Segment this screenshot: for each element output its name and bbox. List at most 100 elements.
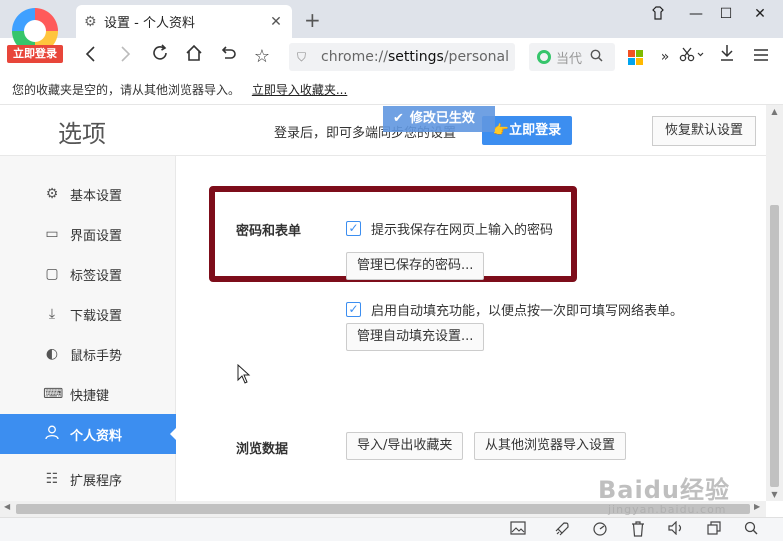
download-icon: ⤓ <box>48 306 56 322</box>
image-icon[interactable] <box>509 521 527 539</box>
extension-icon: ☷ <box>45 471 59 487</box>
back-button[interactable] <box>78 44 104 70</box>
url-scheme: chrome:// <box>321 49 388 65</box>
save-password-checkbox[interactable]: ✓ <box>346 221 361 236</box>
tab-title: 设置 - 个人资料 <box>104 16 195 31</box>
sidebar-item-label: 鼠标手势 <box>70 348 123 364</box>
sidebar-item-label: 基本设置 <box>70 188 123 204</box>
save-password-label: 提示我保存在网页上输入的密码 <box>371 223 554 238</box>
manage-autofill-button[interactable]: 管理自动填充设置... <box>346 323 485 351</box>
autofill-checkbox[interactable]: ✓ <box>346 302 361 317</box>
new-tab-button[interactable]: + <box>304 8 321 32</box>
watermark-url: jingyan.baidu.com <box>608 503 727 516</box>
minimize-button[interactable]: — <box>683 6 709 22</box>
vertical-scrollbar[interactable]: ▲ ▼ <box>766 105 783 501</box>
login-button[interactable]: 👉立即登录 <box>482 116 572 145</box>
zoom-icon[interactable] <box>742 521 760 539</box>
tab-icon: ▢ <box>45 266 59 282</box>
check-icon: ✔ <box>393 111 404 126</box>
settings-page: 选项 登录后，即可多端同步您的设置 👉立即登录 恢复默认设置 ✔ 修改已生效 ⚙ 基… <box>0 105 766 501</box>
sidebar-item-extensions[interactable]: ☷ 扩展程序 <box>0 459 176 499</box>
status-bar <box>0 517 783 541</box>
login-badge[interactable]: 立即登录 <box>7 45 63 63</box>
close-window-button[interactable]: ✕ <box>747 6 773 22</box>
watermark-brand: Baidu经验 <box>598 476 730 504</box>
rocket-icon[interactable] <box>553 521 571 539</box>
gear-icon: ⚙ <box>84 13 97 30</box>
scroll-left-arrow[interactable]: ◀ <box>4 502 10 511</box>
trash-icon[interactable] <box>629 521 647 539</box>
search-input[interactable]: 当代 <box>556 48 584 67</box>
sidebar-item-download[interactable]: ⤓ 下载设置 <box>0 294 176 334</box>
sidebar-item-label: 下载设置 <box>70 308 123 324</box>
mouse-icon: ◐ <box>45 346 59 362</box>
star-bookmark-icon[interactable]: ☆ <box>249 44 275 70</box>
import-bookmarks-link[interactable]: 立即导入收藏夹... <box>252 83 347 97</box>
bookmarks-empty-message: 您的收藏夹是空的，请从其他浏览器导入。 <box>12 83 241 97</box>
sidebar-item-label: 个人资料 <box>70 428 123 444</box>
sidebar-item-tabs[interactable]: ▢ 标签设置 <box>0 254 176 294</box>
maximize-button[interactable]: ☐ <box>713 6 739 22</box>
tab-bar: ⚙ 设置 - 个人资料 ✕ + — ☐ ✕ <box>0 0 783 38</box>
search-box[interactable]: 当代 <box>529 43 615 71</box>
forward-button[interactable] <box>112 44 138 70</box>
scroll-up-arrow[interactable]: ▲ <box>766 107 783 116</box>
sidebar-item-personal[interactable]: 个人资料 <box>0 414 176 454</box>
scroll-down-arrow[interactable]: ▼ <box>766 490 783 499</box>
login-button-label: 立即登录 <box>509 123 562 138</box>
settings-content: 密码和表单 ✓ 提示我保存在网页上输入的密码 管理已保存的密码... ✓ 启用自… <box>177 156 766 501</box>
sidebar-item-basic[interactable]: ⚙ 基本设置 <box>0 174 176 214</box>
settings-sidebar: ⚙ 基本设置 ▭ 界面设置 ▢ 标签设置 ⤓ 下载设置 ◐ 鼠标手势 ⌨ 快捷键 个人资料 … <box>0 156 176 501</box>
sidebar-item-label: 快捷键 <box>70 388 110 404</box>
menu-icon[interactable] <box>748 44 774 70</box>
sidebar-item-label: 标签设置 <box>70 268 123 284</box>
browsing-data-section-label: 浏览数据 <box>236 442 289 457</box>
url-path: /personal <box>443 49 510 65</box>
scroll-right-arrow[interactable]: ▶ <box>754 502 760 511</box>
sidebar-item-interface[interactable]: ▭ 界面设置 <box>0 214 176 254</box>
refresh-button[interactable] <box>147 44 173 70</box>
passwords-section-label: 密码和表单 <box>236 224 302 239</box>
sidebar-item-shortcuts[interactable]: ⌨ 快捷键 <box>0 374 176 414</box>
save-password-option[interactable]: ✓ 提示我保存在网页上输入的密码 <box>346 219 553 238</box>
baidu-watermark: Baidu经验 jingyan.baidu.com <box>598 470 730 516</box>
settings-header: 选项 登录后，即可多端同步您的设置 👉立即登录 恢复默认设置 ✔ 修改已生效 <box>0 105 766 156</box>
mouse-cursor-icon <box>237 364 251 384</box>
home-button[interactable] <box>181 44 207 70</box>
window-restore-icon[interactable] <box>705 521 723 539</box>
window-icon: ▭ <box>45 226 59 242</box>
autofill-option[interactable]: ✓ 启用自动填充功能，以便点按一次即可填写网络表单。 <box>346 300 683 319</box>
saved-toast: ✔ 修改已生效 <box>383 106 495 132</box>
gear-icon: ⚙ <box>45 186 59 202</box>
apps-icon[interactable] <box>628 50 643 65</box>
restore-defaults-button[interactable]: 恢复默认设置 <box>652 116 756 146</box>
search-icon[interactable] <box>590 49 603 66</box>
tab-close-icon[interactable]: ✕ <box>266 14 286 30</box>
screenshot-scissors-icon[interactable] <box>675 44 709 70</box>
search-engine-icon <box>537 50 551 64</box>
import-from-other-browser-button[interactable]: 从其他浏览器导入设置 <box>474 432 627 460</box>
skin-icon[interactable] <box>645 6 671 24</box>
sidebar-item-label: 界面设置 <box>70 228 123 244</box>
address-bar[interactable]: ⛉ chrome://settings/personal <box>289 43 515 71</box>
accelerate-icon[interactable] <box>591 521 609 539</box>
url-host: settings <box>388 49 444 65</box>
autofill-label: 启用自动填充功能，以便点按一次即可填写网络表单。 <box>371 304 684 319</box>
user-icon <box>43 425 61 443</box>
page-title: 选项 <box>58 120 106 148</box>
tab-settings[interactable]: ⚙ 设置 - 个人资料 ✕ <box>76 5 292 38</box>
sidebar-item-mouse-gesture[interactable]: ◐ 鼠标手势 <box>0 334 176 374</box>
bookmarks-bar: 您的收藏夹是空的，请从其他浏览器导入。 立即导入收藏夹... <box>0 76 783 105</box>
download-icon[interactable] <box>714 44 740 70</box>
import-export-bookmarks-button[interactable]: 导入/导出收藏夹 <box>346 432 464 460</box>
manage-passwords-button[interactable]: 管理已保存的密码... <box>346 252 485 280</box>
vertical-scroll-thumb[interactable] <box>770 205 779 487</box>
sidebar-item-label: 扩展程序 <box>70 473 123 489</box>
volume-icon[interactable] <box>667 520 685 539</box>
shield-icon: ⛉ <box>297 50 307 64</box>
hand-icon: 👉 <box>492 123 510 138</box>
undo-close-button[interactable] <box>215 44 241 70</box>
keyboard-icon: ⌨ <box>43 386 64 402</box>
toolbar: ☆ ⛉ chrome://settings/personal 当代 » <box>0 38 783 76</box>
toast-text: 修改已生效 <box>409 111 475 126</box>
